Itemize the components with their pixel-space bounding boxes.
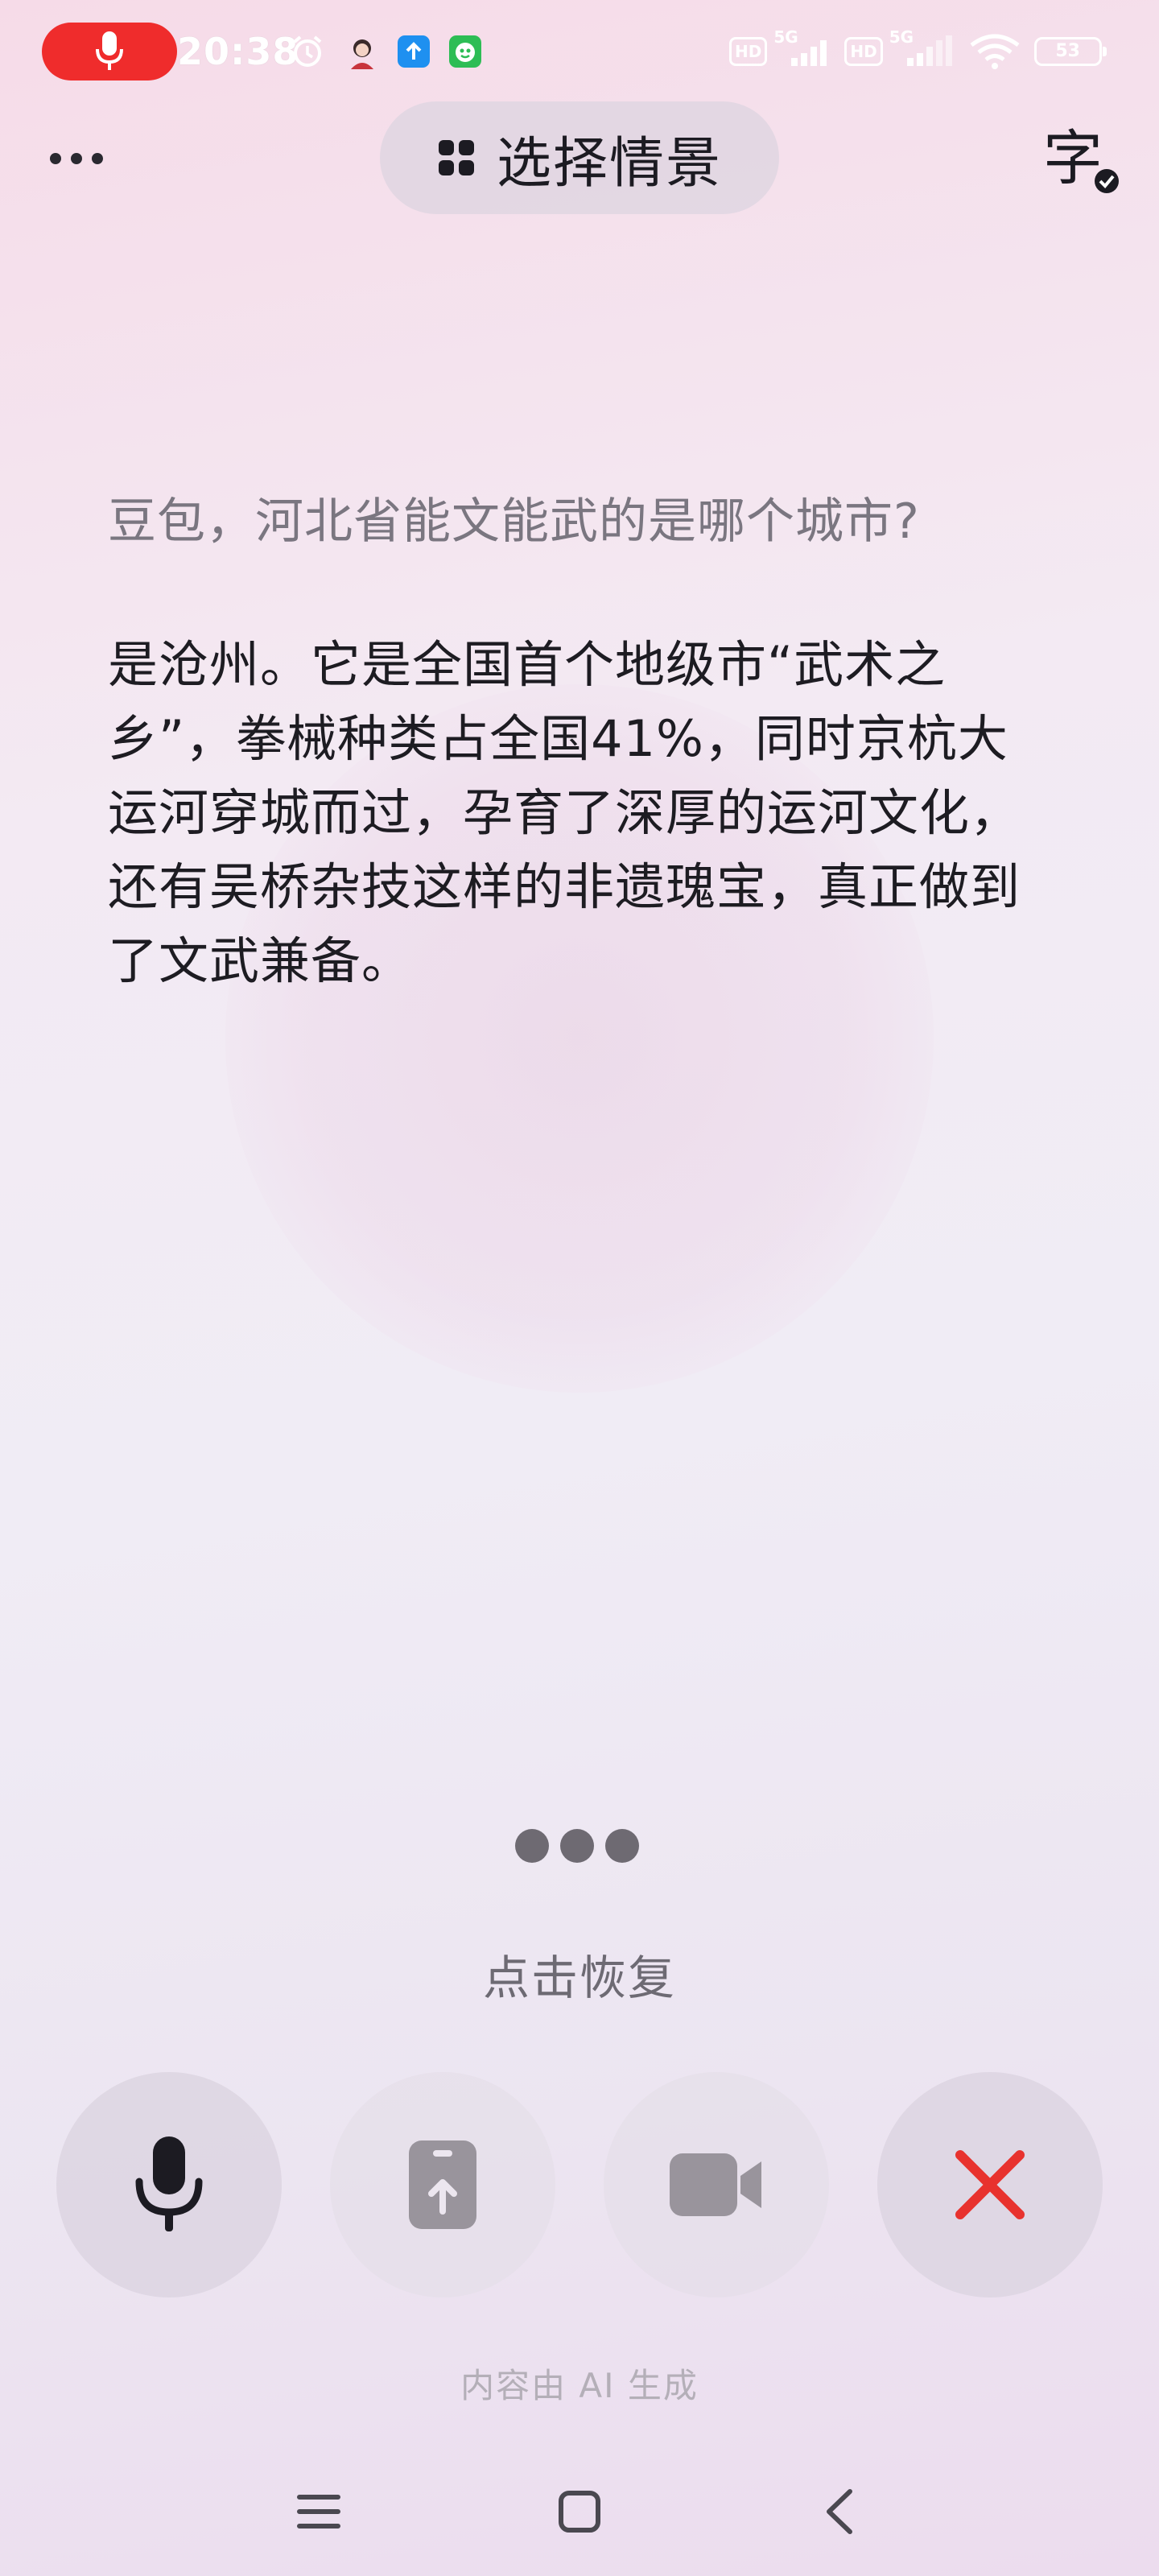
dot [71,153,82,164]
user-question: 豆包，河北省能文能武的是哪个城市? [108,493,920,550]
home-square-icon [559,2491,600,2533]
dot [515,1829,549,1863]
subtitle-toggle-button[interactable]: 字 [1043,122,1119,195]
status-time: 20:38 [177,30,299,73]
back-button[interactable] [806,2479,871,2544]
recent-apps-button[interactable] [287,2479,351,2544]
paused-indicator [515,1829,639,1863]
status-bar: 20:38 HD 5G HD 5G 53 [0,0,1159,105]
select-scene-button[interactable]: 选择情景 [380,101,779,214]
dot [50,153,61,164]
battery-icon: 53 [1033,37,1107,66]
upload-app-icon [398,35,430,68]
check-badge-icon [1095,169,1119,193]
video-camera-icon [670,2153,761,2216]
hang-up-button[interactable] [877,2072,1103,2297]
network-type-label: 5G [773,27,798,47]
scene-label: 选择情景 [496,131,722,196]
network-indicators: HD 5G HD 5G 53 [729,27,1107,71]
microphone-icon [135,2136,203,2231]
microphone-button[interactable] [56,2072,282,2297]
more-menu-button[interactable] [50,141,122,176]
wifi-icon [970,34,1020,69]
battery-level: 53 [1055,41,1080,61]
recording-indicator[interactable] [42,23,177,80]
alarm-icon [293,35,322,67]
back-chevron-icon [827,2489,852,2534]
menu-icon [297,2495,340,2529]
microphone-recording-icon [96,31,123,70]
video-camera-button[interactable] [604,2072,829,2297]
dot [605,1829,639,1863]
signal-5g-icon: 5G [889,27,957,71]
phone-upload-icon [409,2140,476,2229]
home-button[interactable] [547,2479,612,2544]
signal-5g-icon: 5G [773,27,836,71]
ai-answer: 是沧州。它是全国首个地级市“武术之乡”，拳械种类占全国41%，同时京杭大运河穿城… [108,635,1021,990]
tap-to-resume-button[interactable]: 点击恢复 [419,1940,740,2008]
dot [92,153,103,164]
hd-icon: HD [729,37,768,66]
avatar-app-icon [351,39,373,69]
grid-icon [438,140,474,175]
dot [560,1829,594,1863]
share-screen-button[interactable] [330,2072,555,2297]
ai-generated-note: 内容由 AI 生成 [460,2366,699,2405]
green-app-icon [449,35,481,68]
network-type-label: 5G [889,27,914,47]
close-icon [955,2150,1025,2219]
hd-icon: HD [844,37,883,66]
